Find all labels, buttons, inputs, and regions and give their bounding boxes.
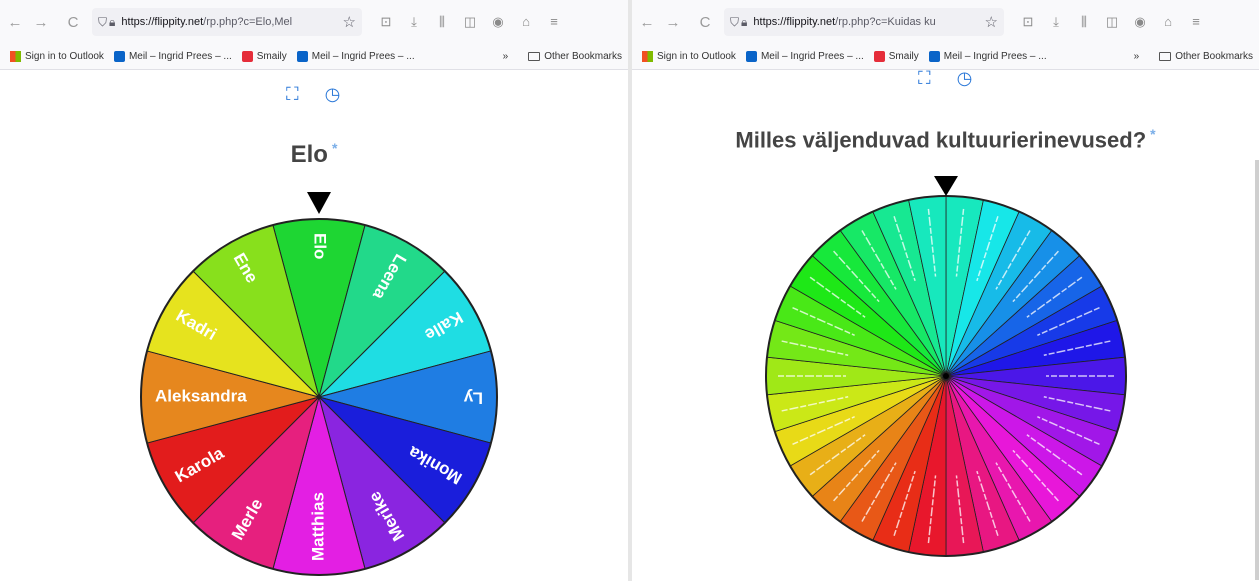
forward-icon[interactable]: → xyxy=(662,11,684,33)
extensions-icon[interactable]: ⌂ xyxy=(1158,14,1178,30)
wheel-controls: ⛶ ◷ xyxy=(918,68,972,89)
bookmarks-bar: Sign in to Outlook Meil – Ingrid Prees –… xyxy=(0,44,628,70)
pocket-icon[interactable]: ⊡ xyxy=(1018,14,1038,30)
url-text[interactable]: https://flippity.net/rp.php?c=Elo,Mel xyxy=(121,16,336,28)
wheel-hub xyxy=(943,373,949,379)
menu-icon[interactable]: ≡ xyxy=(544,14,564,30)
browser-window-right: ← → C ⛉ 🔒︎ https://flippity.net/rp.php?c… xyxy=(632,0,1259,581)
bookmark-item[interactable]: Sign in to Outlook xyxy=(10,51,104,62)
browser-window-left: ← → C ⛉ 🔒︎ https://flippity.net/rp.php?c… xyxy=(0,0,628,581)
microsoft-icon xyxy=(642,51,653,62)
sidebar-icon[interactable]: ◫ xyxy=(1102,14,1122,30)
tracking-shield-icon[interactable]: ⛉ xyxy=(98,15,107,30)
wheel-segment-label: Elo xyxy=(311,233,330,259)
lock-icon[interactable]: 🔒︎ xyxy=(109,15,115,30)
bookmark-item[interactable]: Meil – Ingrid Prees – ... xyxy=(113,51,232,62)
account-icon[interactable]: ◉ xyxy=(1130,14,1150,30)
forward-icon[interactable]: → xyxy=(30,11,52,33)
download-icon[interactable]: ⤓ xyxy=(404,14,424,30)
wheel-controls: ⛶ ◷ xyxy=(286,84,340,105)
edit-link[interactable]: * xyxy=(1150,126,1155,142)
extensions-icon[interactable]: ⌂ xyxy=(516,14,536,30)
wheel-pointer xyxy=(934,176,958,196)
sidebar-icon[interactable]: ◫ xyxy=(460,14,480,30)
smaily-icon xyxy=(873,51,885,62)
library-icon[interactable]: ⫼ xyxy=(432,14,452,30)
bookmarks-bar: Sign in to Outlook Meil – Ingrid Prees –… xyxy=(632,44,1259,70)
pocket-icon[interactable]: ⊡ xyxy=(376,14,396,30)
timer-icon[interactable]: ◷ xyxy=(325,84,341,105)
bookmark-item[interactable]: Smaily xyxy=(873,51,919,62)
lock-icon[interactable]: 🔒︎ xyxy=(741,15,747,30)
back-icon[interactable]: ← xyxy=(4,11,26,33)
url-text[interactable]: https://flippity.net/rp.php?c=Kuidas ku xyxy=(753,16,978,28)
bookmark-item[interactable]: Meil – Ingrid Prees – ... xyxy=(928,51,1047,62)
fullscreen-icon[interactable]: ⛶ xyxy=(918,68,931,89)
back-icon[interactable]: ← xyxy=(636,11,658,33)
bookmark-item[interactable]: Sign in to Outlook xyxy=(642,51,736,62)
other-bookmarks-folder[interactable]: Other Bookmarks xyxy=(528,51,622,62)
url-bar[interactable]: ⛉ 🔒︎ https://flippity.net/rp.php?c=Elo,M… xyxy=(92,8,362,36)
fullscreen-icon[interactable]: ⛶ xyxy=(286,84,299,105)
wheel-title: Elo * xyxy=(290,140,338,168)
wheel-segment-label: Matthias xyxy=(308,492,327,561)
bookmark-star-icon[interactable]: ☆ xyxy=(343,13,356,31)
bookmark-star-icon[interactable]: ☆ xyxy=(985,13,998,31)
tracking-shield-icon[interactable]: ⛉ xyxy=(730,15,739,30)
browser-toolbar: ← → C ⛉ 🔒︎ https://flippity.net/rp.php?c… xyxy=(632,0,1259,44)
microsoft-icon xyxy=(10,51,21,62)
reload-icon[interactable]: C xyxy=(62,11,84,33)
scrollbar[interactable] xyxy=(1255,160,1259,580)
library-icon[interactable]: ⫼ xyxy=(1074,14,1094,30)
bookmark-item[interactable]: Meil – Ingrid Prees – ... xyxy=(745,51,864,62)
outlook-icon xyxy=(296,51,308,62)
browser-toolbar: ← → C ⛉ 🔒︎ https://flippity.net/rp.php?c… xyxy=(0,0,628,44)
url-bar[interactable]: ⛉ 🔒︎ https://flippity.net/rp.php?c=Kuida… xyxy=(724,8,1004,36)
bookmarks-overflow-button[interactable]: » xyxy=(503,51,509,62)
bookmarks-overflow-button[interactable]: » xyxy=(1134,51,1140,62)
wheel-segment-label: Ly xyxy=(463,389,483,408)
folder-icon xyxy=(528,52,541,61)
timer-icon[interactable]: ◷ xyxy=(957,68,973,89)
account-icon[interactable]: ◉ xyxy=(488,14,508,30)
outlook-icon xyxy=(745,51,757,62)
outlook-icon xyxy=(928,51,940,62)
spinner-wheel[interactable] xyxy=(632,160,1259,580)
outlook-icon xyxy=(113,51,125,62)
edit-link[interactable]: * xyxy=(332,140,337,156)
wheel-title: Milles väljenduvad kultuurierinevused? * xyxy=(735,126,1156,153)
smaily-icon xyxy=(241,51,253,62)
bookmark-item[interactable]: Smaily xyxy=(241,51,287,62)
bookmark-item[interactable]: Meil – Ingrid Prees – ... xyxy=(296,51,415,62)
folder-icon xyxy=(1159,52,1172,61)
wheel-segment-label: Aleksandra xyxy=(155,386,247,405)
spinner-wheel[interactable]: EloLeenaKalleLyMonikaMerikeMatthiasMerle… xyxy=(0,180,628,580)
download-icon[interactable]: ⤓ xyxy=(1046,14,1066,30)
reload-icon[interactable]: C xyxy=(694,11,716,33)
wheel-pointer xyxy=(307,192,331,214)
menu-icon[interactable]: ≡ xyxy=(1186,14,1206,30)
other-bookmarks-folder[interactable]: Other Bookmarks xyxy=(1159,51,1253,62)
